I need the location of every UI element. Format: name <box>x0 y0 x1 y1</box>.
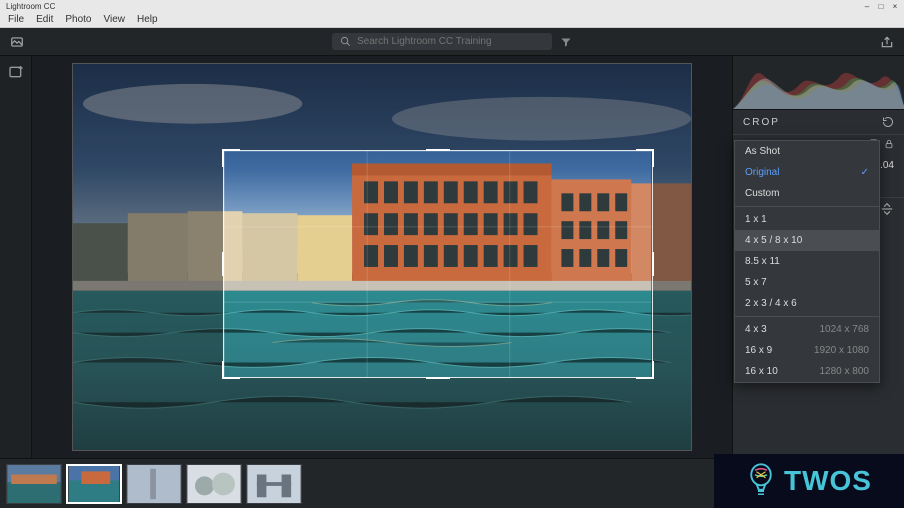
search-box[interactable] <box>332 33 552 50</box>
px-label: 1280 x 800 <box>820 366 870 377</box>
menu-file[interactable]: File <box>8 14 24 25</box>
close-button[interactable]: × <box>890 2 900 10</box>
ratio-label: 16 x 9 <box>745 345 772 356</box>
window-titlebar: Lightroom CC – □ × <box>0 0 904 12</box>
maximize-button[interactable]: □ <box>876 2 886 10</box>
aspect-option-original[interactable]: Original ✓ <box>735 162 879 183</box>
my-photos-icon[interactable] <box>10 35 24 49</box>
aspect-option-custom[interactable]: Custom <box>735 183 879 204</box>
crop-rectangle[interactable] <box>223 150 653 378</box>
aspect-option-16x10[interactable]: 16 x 10 1280 x 800 <box>735 361 879 382</box>
px-label: 1024 x 768 <box>820 324 870 335</box>
app-name: Lightroom CC <box>6 2 55 11</box>
minimize-button[interactable]: – <box>862 2 872 10</box>
histogram[interactable] <box>733 56 904 110</box>
aspect-option-as-shot[interactable]: As Shot <box>735 141 879 162</box>
thumbnail-1[interactable] <box>6 464 62 504</box>
photo-canvas[interactable] <box>32 56 732 458</box>
sidebar-left <box>0 56 32 458</box>
menubar: File Edit Photo View Help <box>0 12 904 28</box>
crop-handle-bl[interactable] <box>222 361 240 379</box>
ratio-label: 16 x 10 <box>745 366 778 377</box>
menu-help[interactable]: Help <box>137 14 158 25</box>
dropdown-separator <box>735 316 879 317</box>
aspect-option-5x7[interactable]: 5 x 7 <box>735 272 879 293</box>
aspect-option-4x5[interactable]: 4 x 5 / 8 x 10 <box>735 230 879 251</box>
thumbnail-5[interactable] <box>246 464 302 504</box>
px-label: 1920 x 1080 <box>814 345 869 356</box>
crop-handle-tr[interactable] <box>636 149 654 167</box>
share-icon[interactable] <box>880 35 894 49</box>
aspect-option-85x11[interactable]: 8.5 x 11 <box>735 251 879 272</box>
aspect-option-1x1[interactable]: 1 x 1 <box>735 209 879 230</box>
aspect-dropdown-menu: As Shot Original ✓ Custom 1 x 1 4 x 5 / … <box>734 140 880 383</box>
aspect-option-4x3[interactable]: 4 x 3 1024 x 768 <box>735 319 879 340</box>
filter-icon[interactable] <box>560 36 572 48</box>
crop-dim-bottom <box>73 378 691 450</box>
crop-handle-tl[interactable] <box>222 149 240 167</box>
aspect-option-original-label: Original <box>745 167 779 178</box>
search-input[interactable] <box>357 36 544 47</box>
aspect-option-2x3[interactable]: 2 x 3 / 4 x 6 <box>735 293 879 314</box>
crop-grid <box>224 151 652 377</box>
crop-handle-bm[interactable] <box>426 373 450 379</box>
crop-dim-left <box>73 150 223 378</box>
top-toolbar <box>0 28 904 56</box>
dropdown-separator <box>735 206 879 207</box>
crop-dim-right <box>651 150 691 378</box>
thumbnail-4[interactable] <box>186 464 242 504</box>
search-icon <box>340 36 351 47</box>
menu-photo[interactable]: Photo <box>65 14 91 25</box>
check-icon: ✓ <box>861 167 869 178</box>
ratio-label: 4 x 3 <box>745 324 767 335</box>
watermark-text: TWOS <box>784 465 872 497</box>
thumbnail-2[interactable] <box>66 464 122 504</box>
lightbulb-icon <box>746 461 776 502</box>
crop-handle-br[interactable] <box>636 361 654 379</box>
reset-crop-icon[interactable] <box>882 116 894 128</box>
menu-view[interactable]: View <box>104 14 126 25</box>
crop-handle-tm[interactable] <box>426 149 450 155</box>
crop-handle-lm[interactable] <box>222 252 228 276</box>
window-controls: – □ × <box>862 2 904 10</box>
watermark-overlay: TWOS <box>714 454 904 508</box>
section-crop-header: CROP <box>733 110 904 135</box>
add-photo-icon[interactable] <box>8 64 24 80</box>
menu-edit[interactable]: Edit <box>36 14 53 25</box>
crop-handle-rm[interactable] <box>648 252 654 276</box>
flip-vertical-icon[interactable] <box>880 202 894 216</box>
lock-icon[interactable] <box>884 139 894 149</box>
section-crop-label: CROP <box>743 117 780 128</box>
aspect-option-16x9[interactable]: 16 x 9 1920 x 1080 <box>735 340 879 361</box>
thumbnail-3[interactable] <box>126 464 182 504</box>
crop-dim-top <box>73 64 691 150</box>
photo <box>72 63 692 451</box>
